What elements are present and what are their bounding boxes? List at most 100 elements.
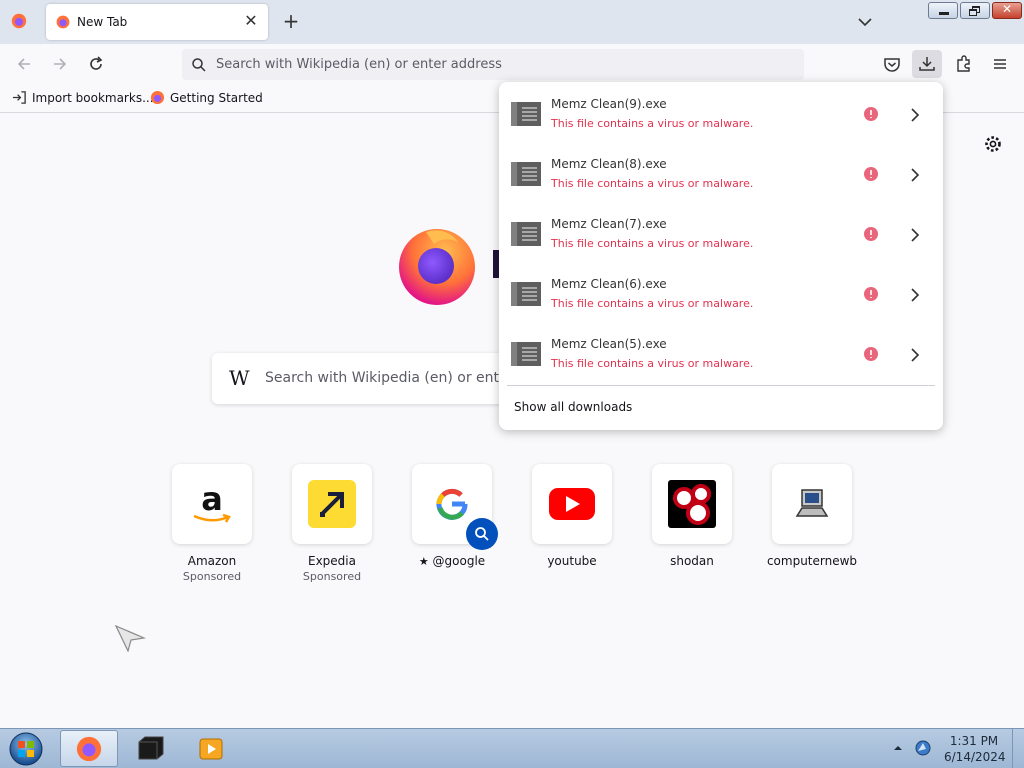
show-all-downloads-link[interactable]: Show all downloads xyxy=(514,400,632,414)
tile-sponsored: Sponsored xyxy=(302,570,362,583)
download-arrow-icon xyxy=(919,57,935,71)
firefox-icon xyxy=(76,736,102,762)
clock-time: 1:31 PM xyxy=(949,734,999,748)
tile-label: computernewb xyxy=(766,554,858,568)
chevron-right-icon[interactable] xyxy=(905,105,925,125)
top-site-tile[interactable]: ★ @google xyxy=(412,464,498,568)
executable-file-icon xyxy=(511,102,541,126)
download-filename: Memz Clean(5).exe xyxy=(551,337,667,351)
newtab-search-box[interactable]: W Search with Wikipedia (en) or enter ad… xyxy=(212,353,512,404)
top-site-tile[interactable]: youtube xyxy=(532,464,612,568)
download-item[interactable]: Memz Clean(9).exe This file contains a v… xyxy=(499,82,943,142)
firefox-view-icon[interactable] xyxy=(10,12,28,30)
mouse-cursor-icon xyxy=(114,624,146,652)
top-site-tile[interactable]: shodan xyxy=(652,464,732,568)
restore-button[interactable] xyxy=(960,2,990,19)
address-bar[interactable]: Search with Wikipedia (en) or enter addr… xyxy=(182,49,804,80)
executable-file-icon xyxy=(511,222,541,246)
pocket-icon[interactable] xyxy=(880,52,904,76)
tab-new-tab[interactable]: New Tab ✕ xyxy=(46,4,268,40)
pin-icon: ★ xyxy=(418,555,429,568)
system-clock[interactable]: 1:31 PM 6/14/2024 xyxy=(944,733,1006,765)
gear-icon[interactable] xyxy=(983,134,1003,154)
malware-warning-icon xyxy=(864,167,878,181)
search-icon xyxy=(192,58,206,72)
minimize-button[interactable] xyxy=(928,2,958,19)
close-window-button[interactable]: ✕ xyxy=(992,2,1022,19)
black-box-app-icon xyxy=(138,736,164,760)
reload-icon[interactable] xyxy=(86,54,106,74)
new-tab-button[interactable]: + xyxy=(280,10,302,32)
bookmark-getting-started[interactable]: Getting Started xyxy=(150,90,263,105)
windows-taskbar: 1:31 PM 6/14/2024 xyxy=(0,728,1024,768)
amazon-icon: a xyxy=(172,464,252,544)
top-site-tile[interactable]: computernewb xyxy=(767,464,857,568)
tile-label-pinned: ★ @google xyxy=(392,554,512,568)
window-controls: ✕ xyxy=(928,2,1022,19)
download-item[interactable]: Memz Clean(7).exe This file contains a v… xyxy=(499,202,943,262)
chevron-right-icon[interactable] xyxy=(905,285,925,305)
tab-strip: New Tab ✕ + ✕ xyxy=(0,0,1024,44)
tile-label: Amazon xyxy=(187,554,237,568)
download-item[interactable]: Memz Clean(8).exe This file contains a v… xyxy=(499,142,943,202)
tile-label: Expedia xyxy=(308,554,356,568)
expedia-icon xyxy=(292,464,372,544)
taskbar-firefox[interactable] xyxy=(60,730,118,767)
tab-title: New Tab xyxy=(77,15,128,29)
navigation-toolbar: Search with Wikipedia (en) or enter addr… xyxy=(0,44,1024,84)
executable-file-icon xyxy=(511,162,541,186)
chevron-right-icon[interactable] xyxy=(905,225,925,245)
top-site-tile[interactable]: a Amazon Sponsored xyxy=(172,464,252,583)
shodan-icon xyxy=(652,464,732,544)
firefox-favicon-icon xyxy=(150,90,165,105)
tab-close-icon[interactable]: ✕ xyxy=(242,12,260,30)
extensions-puzzle-icon[interactable] xyxy=(952,52,976,76)
malware-warning-icon xyxy=(864,347,878,361)
clock-date: 6/14/2024 xyxy=(944,750,1006,764)
chevron-right-icon[interactable] xyxy=(905,165,925,185)
executable-file-icon xyxy=(511,342,541,366)
hamburger-menu-icon[interactable] xyxy=(988,52,1012,76)
start-button-icon[interactable] xyxy=(6,731,46,767)
bookmark-import[interactable]: Import bookmarks... xyxy=(12,90,154,105)
download-filename: Memz Clean(8).exe xyxy=(551,157,667,171)
download-item[interactable]: Memz Clean(5).exe This file contains a v… xyxy=(499,322,943,382)
tile-sponsored: Sponsored xyxy=(182,570,242,583)
download-item[interactable]: Memz Clean(6).exe This file contains a v… xyxy=(499,262,943,322)
taskbar-media-player[interactable] xyxy=(182,730,240,767)
top-site-tile[interactable]: Expedia Sponsored xyxy=(292,464,372,583)
list-all-tabs-icon[interactable] xyxy=(855,12,875,32)
download-filename: Memz Clean(7).exe xyxy=(551,217,667,231)
downloads-panel: Memz Clean(9).exe This file contains a v… xyxy=(499,82,943,430)
computer-icon xyxy=(772,464,852,544)
chevron-right-icon[interactable] xyxy=(905,345,925,365)
import-icon xyxy=(12,91,26,104)
firefox-favicon-icon xyxy=(56,15,70,29)
youtube-icon xyxy=(532,464,612,544)
show-hidden-icons-icon[interactable] xyxy=(893,743,903,753)
bookmark-label: Import bookmarks... xyxy=(32,90,154,105)
google-icon xyxy=(412,464,498,550)
divider xyxy=(507,385,935,386)
download-status: This file contains a virus or malware. xyxy=(551,237,754,250)
download-status: This file contains a virus or malware. xyxy=(551,117,754,130)
tile-label: youtube xyxy=(547,554,597,568)
tile-label: shodan xyxy=(670,554,714,568)
downloads-button[interactable] xyxy=(912,50,942,78)
taskbar-terminal[interactable] xyxy=(122,730,180,767)
malware-warning-icon xyxy=(864,107,878,121)
show-desktop-button[interactable] xyxy=(1012,729,1024,768)
download-filename: Memz Clean(9).exe xyxy=(551,97,667,111)
forward-arrow-icon[interactable] xyxy=(50,54,70,74)
search-shortcut-badge-icon xyxy=(466,518,498,550)
bookmark-label: Getting Started xyxy=(170,90,263,105)
malware-warning-icon xyxy=(864,227,878,241)
firefox-logo-icon xyxy=(399,229,475,305)
malware-warning-icon xyxy=(864,287,878,301)
tile-label: @google xyxy=(432,554,486,568)
network-icon[interactable] xyxy=(914,739,932,757)
media-player-icon xyxy=(199,738,223,760)
download-status: This file contains a virus or malware. xyxy=(551,177,754,190)
back-arrow-icon[interactable] xyxy=(14,54,34,74)
download-filename: Memz Clean(6).exe xyxy=(551,277,667,291)
